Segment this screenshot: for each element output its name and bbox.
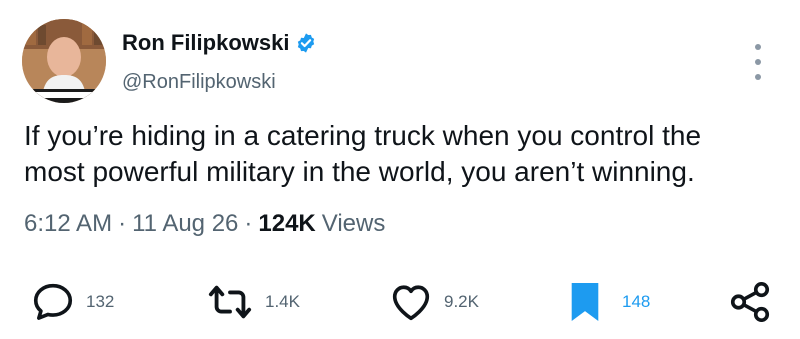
meta-separator: ·	[244, 210, 253, 237]
repost-icon	[208, 285, 252, 319]
tweet-date[interactable]: 11 Aug 26	[132, 209, 238, 239]
bookmark-count: 148	[622, 292, 651, 311]
tweet-card: Ron Filipkowski @RonFilipkowski If you’r…	[0, 0, 800, 339]
tweet-text: If you’re hiding in a catering truck whe…	[24, 120, 702, 187]
heart-icon	[392, 285, 430, 321]
views-count: 124K	[258, 210, 316, 237]
share-icon	[730, 281, 770, 323]
more-dot-2	[755, 59, 761, 65]
bookmark-icon	[571, 283, 599, 321]
bookmark-button[interactable]: 148	[566, 272, 650, 332]
author-name-row: Ron Filipkowski	[122, 30, 317, 56]
like-button[interactable]: 9.2K	[388, 272, 479, 332]
meta-separator: ·	[118, 210, 127, 237]
action-bar: 132 1.4K 9.2K 148	[0, 272, 800, 332]
author-display-name[interactable]: Ron Filipkowski	[122, 30, 289, 56]
views-label: Views	[321, 210, 386, 237]
reply-count: 132	[86, 292, 115, 311]
avatar[interactable]	[22, 19, 106, 103]
more-options-icon[interactable]	[748, 44, 768, 80]
repost-button[interactable]: 1.4K	[205, 272, 300, 332]
more-dot-3	[755, 74, 761, 80]
tweet-time[interactable]: 6:12 AM	[24, 209, 112, 239]
author-handle[interactable]: @RonFilipkowski	[122, 70, 276, 94]
reply-button[interactable]: 132	[30, 272, 114, 332]
more-dot-1	[755, 44, 761, 50]
tweet-meta: 6:12 AM · 11 Aug 26 · 124K Views	[24, 209, 385, 239]
repost-count: 1.4K	[265, 292, 300, 311]
reply-icon	[33, 283, 73, 320]
verified-badge-icon	[295, 32, 317, 54]
like-count: 9.2K	[444, 292, 479, 311]
share-button[interactable]	[727, 272, 773, 332]
